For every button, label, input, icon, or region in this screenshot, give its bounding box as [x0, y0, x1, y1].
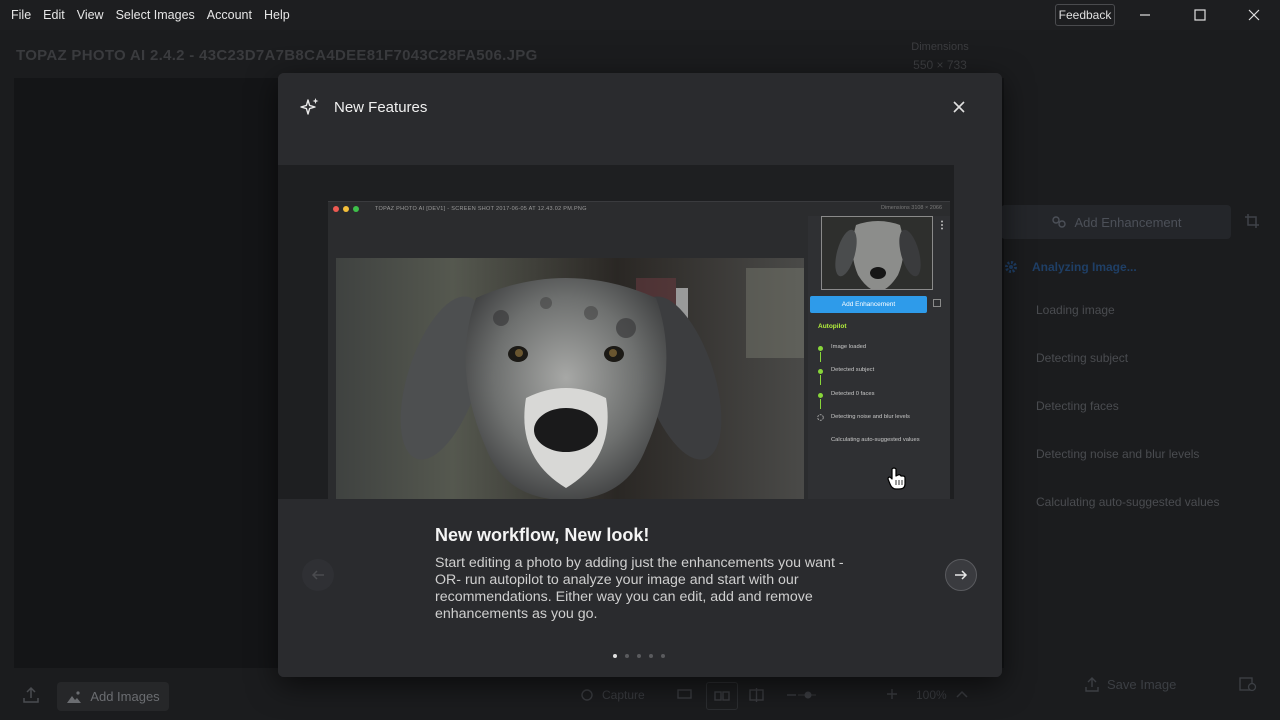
preview-add-enhancement-button: Add Enhancement: [810, 296, 927, 313]
close-icon[interactable]: [951, 99, 967, 115]
dialog-header: New Features: [278, 73, 1002, 165]
step-calculating-values: Calculating auto-suggested values: [1036, 495, 1220, 509]
single-view-icon[interactable]: [677, 688, 693, 703]
capture-button[interactable]: Capture: [580, 688, 645, 702]
step-done-icon: [818, 346, 823, 351]
add-images-button[interactable]: Add Images: [57, 682, 169, 711]
pager-dot[interactable]: [661, 654, 665, 658]
save-image-button[interactable]: Save Image: [1085, 676, 1176, 692]
hand-cursor-icon: [887, 467, 906, 490]
dog-photo: [336, 258, 804, 500]
step-done-icon: [818, 369, 823, 374]
image-dimensions: Dimensions 550 × 733: [905, 38, 975, 74]
previous-slide-button[interactable]: [302, 559, 334, 591]
minimize-icon: [1140, 14, 1150, 16]
preview-crop-icon: [933, 299, 941, 307]
next-slide-button[interactable]: [945, 559, 977, 591]
enhance-icon: [1051, 216, 1066, 228]
new-features-dialog: New Features TOPAZ PHOTO AI [DEV1] - SCR…: [278, 73, 1002, 677]
step-detecting-noise: Detecting noise and blur levels: [1036, 447, 1200, 461]
minimize-button[interactable]: [1120, 0, 1170, 30]
slide-title: New workflow, New look!: [435, 525, 650, 545]
export-icon[interactable]: [22, 686, 40, 709]
arrow-left-icon: [311, 570, 324, 580]
preview-step: Calculating auto-suggested values: [831, 437, 920, 443]
feedback-button[interactable]: Feedback: [1055, 4, 1115, 26]
traffic-light-yellow: [343, 206, 349, 212]
sparkle-icon: [300, 98, 319, 115]
more-vertical-icon: [941, 220, 943, 230]
preview-step: Detecting noise and blur levels: [831, 414, 910, 420]
step-done-icon: [818, 393, 823, 398]
step-loading-image: Loading image: [1036, 303, 1115, 317]
preview-dimensions: Dimensions 3108 × 2066: [881, 205, 942, 211]
menu-help[interactable]: Help: [258, 8, 296, 22]
dimensions-value: 550 × 733: [913, 58, 967, 72]
menu-file[interactable]: File: [5, 8, 37, 22]
preview-autopilot-label: Autopilot: [818, 323, 847, 330]
menu-edit[interactable]: Edit: [37, 8, 71, 22]
crop-icon[interactable]: [1244, 213, 1260, 234]
preview-sidebar: Add Enhancement Autopilot Image loaded D…: [808, 216, 950, 500]
step-loading-icon: [817, 414, 824, 421]
add-images-label: Add Images: [90, 689, 160, 704]
maximize-icon: [1194, 9, 1206, 21]
menu-account[interactable]: Account: [201, 8, 258, 22]
pager-dot[interactable]: [625, 654, 629, 658]
gear-icon: [1005, 261, 1017, 273]
upload-icon: [1085, 677, 1099, 692]
step-detecting-subject: Detecting subject: [1036, 351, 1129, 365]
image-icon: [67, 690, 82, 703]
preview-step: Image loaded: [831, 344, 867, 350]
capture-icon: [581, 689, 593, 701]
traffic-light-green: [353, 206, 359, 212]
close-window-button[interactable]: [1229, 0, 1279, 30]
window-title: TOPAZ PHOTO AI 2.4.2 - 43C23D7A7B8CA4DEE…: [16, 47, 538, 64]
pager-dot[interactable]: [613, 654, 617, 658]
close-icon: [1248, 9, 1260, 21]
preview-screenshot: TOPAZ PHOTO AI [DEV1] - SCREEN SHOT 2017…: [328, 201, 950, 500]
chevron-up-icon[interactable]: [956, 688, 968, 702]
preview-step: Detected 0 faces: [831, 391, 875, 397]
dialog-body: New workflow, New look! Start editing a …: [278, 499, 1002, 677]
feature-preview: TOPAZ PHOTO AI [DEV1] - SCREEN SHOT 2017…: [278, 165, 954, 500]
analyzing-label: Analyzing Image...: [1032, 260, 1137, 274]
slide-pager: [613, 654, 665, 658]
split-view-icon[interactable]: [749, 688, 765, 705]
menu-select-images[interactable]: Select Images: [110, 8, 201, 22]
preview-thumbnail: [821, 216, 933, 290]
side-by-side-icon[interactable]: [706, 682, 738, 710]
arrow-right-icon: [955, 570, 968, 580]
maximize-button[interactable]: [1175, 0, 1225, 30]
add-enhancement-button[interactable]: Add Enhancement: [1001, 205, 1231, 239]
preview-title: TOPAZ PHOTO AI [DEV1] - SCREEN SHOT 2017…: [375, 206, 587, 212]
add-enhancement-label: Add Enhancement: [1074, 214, 1182, 230]
zoom-in-icon[interactable]: [886, 688, 898, 703]
step-detecting-faces: Detecting faces: [1036, 399, 1119, 413]
export-settings-icon[interactable]: [1239, 676, 1257, 695]
capture-label: Capture: [602, 688, 645, 702]
traffic-light-red: [333, 206, 339, 212]
save-image-label: Save Image: [1107, 676, 1177, 692]
zoom-level[interactable]: 100%: [916, 688, 947, 702]
preview-step: Detected subject: [831, 367, 875, 373]
menu-view[interactable]: View: [71, 8, 110, 22]
dialog-title: New Features: [334, 99, 428, 116]
dimensions-label: Dimensions: [911, 41, 969, 53]
slide-description: Start editing a photo by adding just the…: [435, 555, 844, 622]
analyzing-status: Analyzing Image...: [1004, 260, 1137, 274]
pager-dot[interactable]: [649, 654, 653, 658]
zoom-out-icon[interactable]: [786, 690, 816, 700]
pager-dot[interactable]: [637, 654, 641, 658]
preview-titlebar: TOPAZ PHOTO AI [DEV1] - SCREEN SHOT 2017…: [328, 202, 950, 216]
